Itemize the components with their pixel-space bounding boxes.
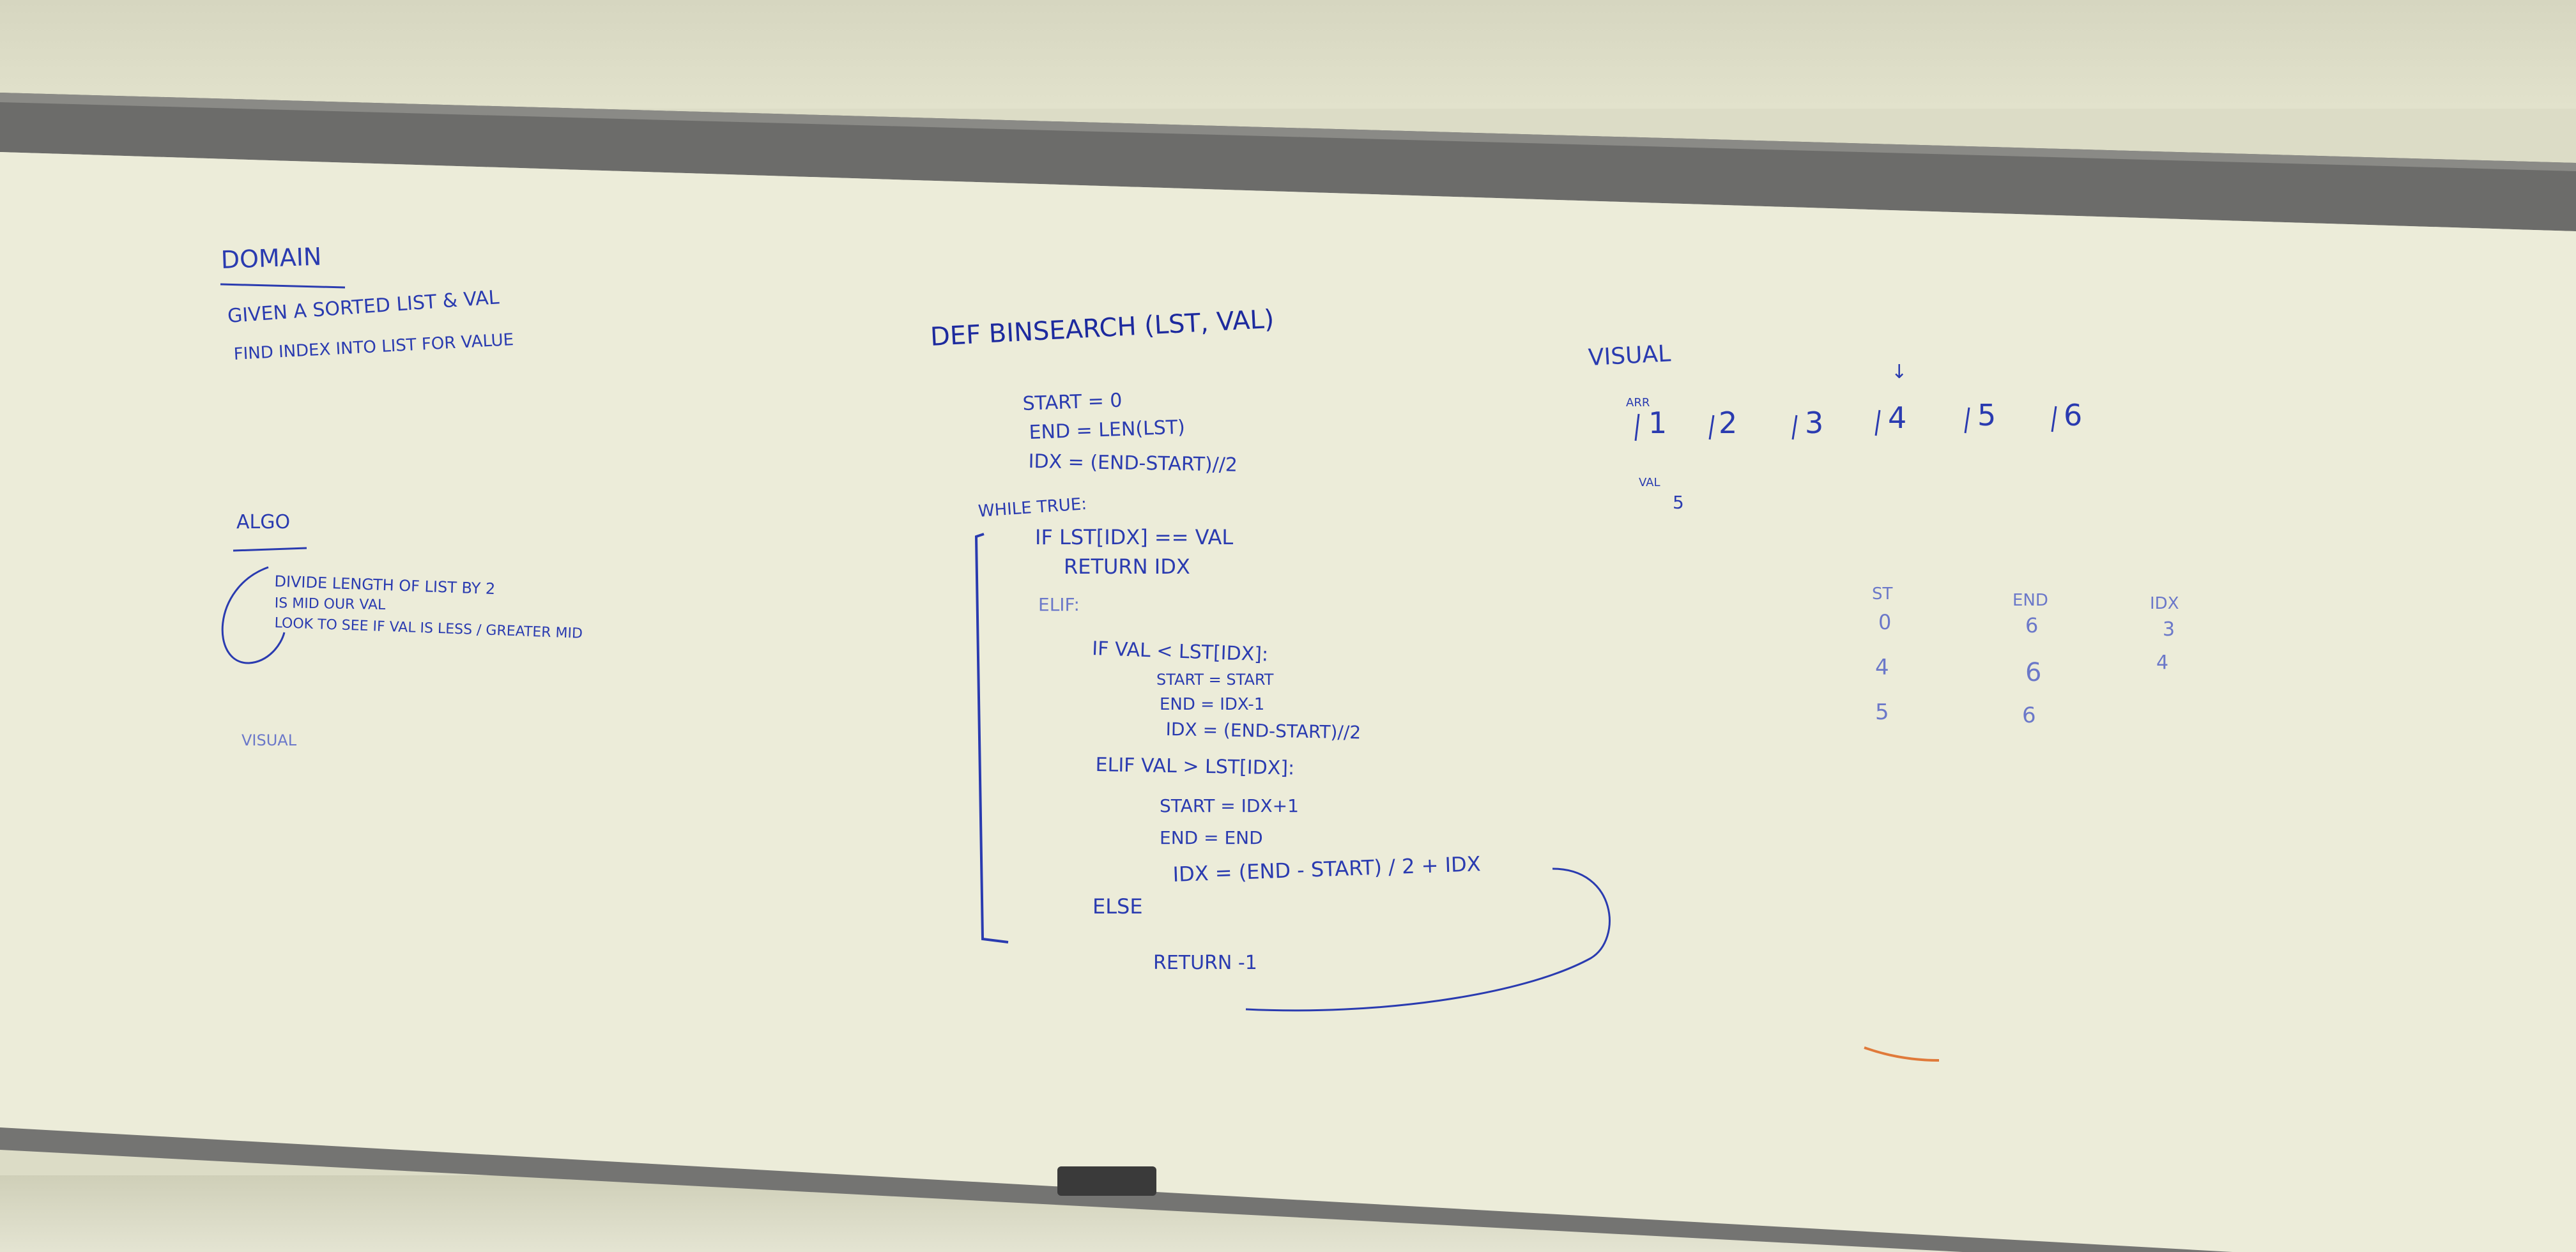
elif-greater-line: ELIF VAL > LST[IDX]: (1095, 754, 1295, 780)
array-item: 2 (1719, 406, 1738, 440)
table-cell: 4 (1875, 655, 1889, 680)
table-header-st: ST (1872, 584, 1893, 604)
return-idx: RETURN IDX (1064, 554, 1190, 579)
visual-heading: VISUAL (1588, 340, 1672, 371)
array-item: 4 (1888, 401, 1907, 435)
array-item: 3 (1805, 406, 1824, 440)
array-row: 1 2 3 4 5 6 (1642, 398, 2128, 444)
start-keep: START = START (1156, 671, 1274, 689)
table-cell: 6 (2025, 613, 2039, 637)
domain-heading: DOMAIN (220, 242, 323, 274)
end-dec: END = IDX-1 (1160, 695, 1265, 714)
table-header-idx: IDX (2150, 594, 2179, 613)
array-item: 6 (2064, 398, 2083, 432)
table-cell: 3 (2163, 618, 2175, 641)
array-item: 1 (1648, 406, 1667, 440)
else-line: ELSE (1092, 894, 1143, 919)
table-cell: 6 (2022, 703, 2036, 728)
algo-heading: ALGO (236, 511, 291, 533)
elif-line: ELIF: (1038, 594, 1080, 615)
table-header-end: END (2012, 591, 2048, 610)
algo-step-2: IS MID OUR VAL (274, 595, 386, 614)
table-cell: 5 (1875, 699, 1889, 725)
idx-init: IDX = (END-START)//2 (1028, 450, 1238, 477)
eraser (1057, 1166, 1156, 1196)
idx-mid-1: IDX = (END-START)//2 (1165, 719, 1361, 744)
end-keep: END = END (1160, 827, 1263, 848)
table-cell: 4 (2156, 652, 2169, 674)
start-init: START = 0 (1022, 389, 1123, 415)
return-neg: RETURN -1 (1153, 952, 1257, 974)
pointer-arrow: ↓ (1891, 361, 1908, 383)
if-line: IF LST[IDX] == VAL (1035, 525, 1234, 549)
array-item: 5 (1977, 398, 1997, 432)
table-cell: 0 (1878, 610, 1892, 634)
val-label: VAL (1639, 476, 1660, 489)
table-cell: 6 (2025, 658, 2042, 687)
start-inc: START = IDX+1 (1160, 795, 1299, 816)
board-surface (0, 152, 2576, 1252)
val-value: 5 (1673, 492, 1684, 513)
visual-label-left: VISUAL (241, 731, 297, 749)
